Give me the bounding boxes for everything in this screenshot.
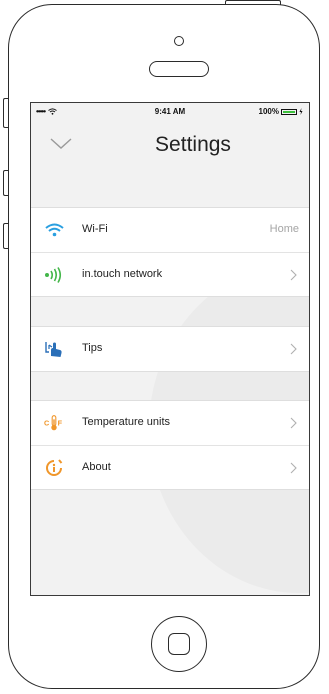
settings-group-tips: Tips [31,326,309,372]
thermometer-icon: C F [44,414,64,432]
row-label: in.touch network [82,268,163,280]
battery-fill [283,110,295,113]
page-title: Settings [155,133,231,156]
battery-icon [281,108,297,115]
home-button[interactable] [151,616,207,672]
app-screen: ••••• 9:41 AM 100% Settings Wi-Fi Home i… [30,102,310,596]
settings-row-tips[interactable]: Tips [31,327,309,371]
settings-group-general: C F Temperature units About [31,400,309,490]
chevron-right-icon [290,462,297,474]
settings-row-intouch-network[interactable]: in.touch network [31,252,309,296]
network-signal-icon [44,266,64,284]
nav-header: Settings [31,121,309,171]
celsius-glyph: C [44,419,50,428]
wifi-icon [44,221,64,239]
status-right: 100% [259,107,303,116]
battery-percent: 100% [258,107,279,116]
home-button-square [168,633,190,655]
fahrenheit-glyph: F [58,419,63,428]
wifi-network-name: Home [269,223,299,235]
row-label: About [82,461,111,473]
status-bar: ••••• 9:41 AM 100% [31,103,309,119]
settings-row-temperature-units[interactable]: C F Temperature units [31,401,309,445]
front-camera [174,36,184,46]
earpiece-speaker [149,61,209,77]
row-label: Wi-Fi [82,223,108,235]
settings-row-about[interactable]: About [31,445,309,489]
chevron-right-icon [290,343,297,355]
settings-row-wifi[interactable]: Wi-Fi Home [31,208,309,252]
row-label: Tips [82,342,103,354]
settings-group-network: Wi-Fi Home in.touch network [31,207,309,297]
chevron-right-icon [290,269,297,281]
chevron-right-icon [290,417,297,429]
info-icon [44,459,64,477]
charging-bolt-icon [299,108,303,115]
row-label: Temperature units [82,416,171,428]
hand-tips-icon [44,340,64,358]
